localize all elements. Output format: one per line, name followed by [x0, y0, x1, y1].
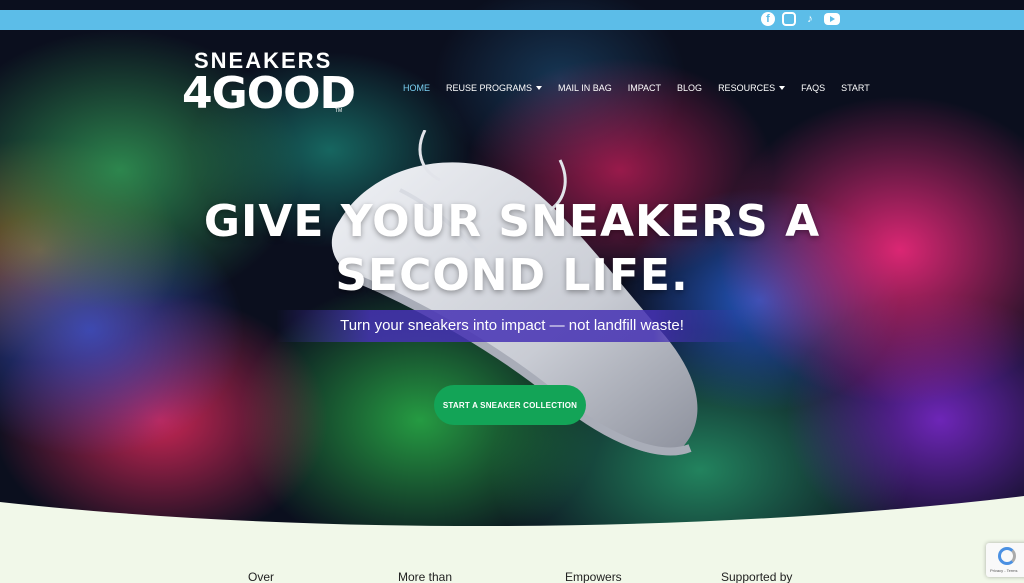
tiktok-icon[interactable]: ♪ — [803, 12, 817, 26]
nav-item-resources[interactable]: RESOURCES — [718, 83, 786, 93]
stat-4: Supported by — [721, 570, 793, 583]
nav-item-faqs[interactable]: FAQS — [801, 83, 825, 93]
nav-label: HOME — [403, 83, 430, 93]
nav-label: REUSE PROGRAMS — [446, 83, 533, 93]
hero-headline: GIVE YOUR SNEAKERS A SECOND LIFE. — [0, 195, 1024, 303]
nav-item-start[interactable]: START — [841, 83, 870, 93]
facebook-icon[interactable]: f — [761, 12, 775, 26]
site-logo[interactable]: SNEAKERS 4GOOD TM — [180, 48, 356, 128]
section-divider — [0, 496, 1024, 583]
nav-label: RESOURCES — [718, 83, 776, 93]
youtube-icon[interactable] — [824, 13, 840, 25]
social-links: f ♪ — [761, 12, 840, 26]
stat-2: More than — [398, 570, 453, 583]
nav-label: BLOG — [677, 83, 703, 93]
headline-line1: GIVE YOUR SNEAKERS A — [203, 196, 821, 247]
logo-tm: TM — [335, 108, 343, 114]
recaptcha-badge[interactable]: Privacy - Terms — [986, 543, 1024, 577]
main-nav: HOME REUSE PROGRAMS MAIL IN BAG IMPACT B… — [403, 83, 870, 93]
top-bar — [0, 10, 1024, 30]
hero-background: f ♪ SNEAKERS 4GOOD TM HOME REUSE PROGRAM… — [0, 0, 1024, 583]
nav-label: START — [841, 83, 870, 93]
chevron-down-icon — [779, 86, 786, 90]
nav-label: IMPACT — [627, 83, 662, 93]
nav-item-blog[interactable]: BLOG — [677, 83, 702, 93]
logo-number: 4 — [182, 68, 213, 119]
nav-item-reuse-programs[interactable]: REUSE PROGRAMS — [446, 83, 543, 93]
logo-line2: 4GOOD — [182, 68, 356, 119]
start-collection-button[interactable]: START A SNEAKER COLLECTION — [434, 385, 586, 425]
nav-label: MAIL IN BAG — [558, 83, 612, 93]
nav-item-impact[interactable]: IMPACT — [628, 83, 661, 93]
recaptcha-icon — [998, 547, 1016, 565]
nav-item-home[interactable]: HOME — [403, 83, 430, 93]
logo-word: GOOD — [211, 68, 356, 119]
stat-1: Over — [248, 570, 275, 583]
recaptcha-text: Privacy - Terms — [990, 568, 1018, 573]
nav-item-mail-in-bag[interactable]: MAIL IN BAG — [558, 83, 612, 93]
headline-line2: SECOND LIFE. — [335, 250, 689, 301]
nav-label: FAQS — [801, 83, 826, 93]
hero-tagline: Turn your sneakers into impact — not lan… — [340, 317, 684, 334]
instagram-icon[interactable] — [782, 12, 796, 26]
stat-3: Empowers — [565, 570, 622, 583]
chevron-down-icon — [536, 86, 543, 90]
